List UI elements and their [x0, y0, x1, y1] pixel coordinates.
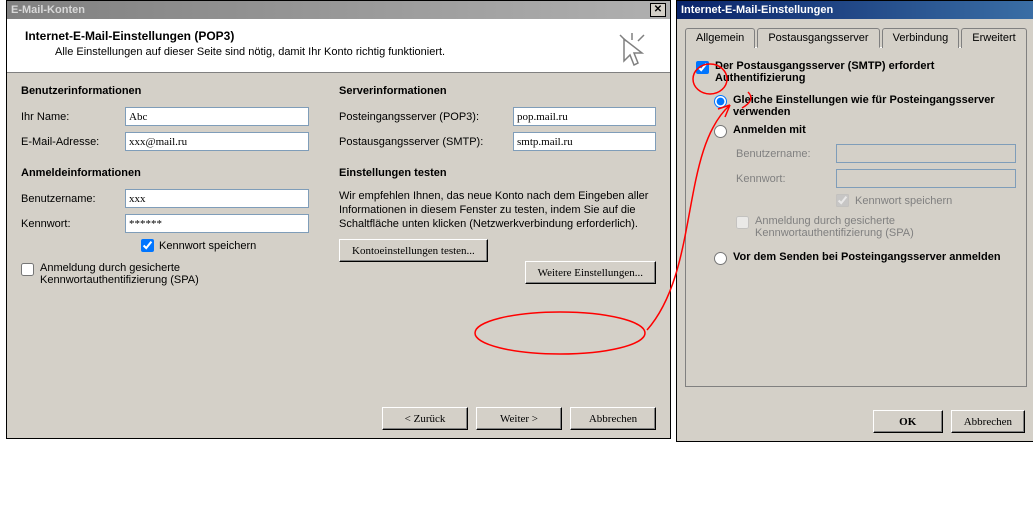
page-subtitle: Alle Einstellungen auf dieser Seite sind… — [55, 46, 652, 58]
cancel-button[interactable]: Abbrechen — [570, 407, 656, 430]
right-username-input — [836, 144, 1016, 163]
email-input[interactable] — [125, 132, 309, 151]
close-icon[interactable]: ✕ — [650, 3, 666, 17]
smtp-input[interactable] — [513, 132, 656, 151]
pop-input[interactable] — [513, 107, 656, 126]
name-label: Ihr Name: — [21, 111, 125, 123]
email-label: E-Mail-Adresse: — [21, 136, 125, 148]
test-description: Wir empfehlen Ihnen, das neue Konto nach… — [339, 189, 656, 231]
cursor-icon — [618, 33, 652, 78]
tab-panel: Der Postausgangsserver (SMTP) erfordert … — [685, 47, 1027, 387]
right-username-label: Benutzername: — [736, 148, 836, 160]
username-input[interactable] — [125, 189, 309, 208]
same-settings-radio[interactable] — [714, 95, 727, 108]
right-password-input — [836, 169, 1016, 188]
window-title: E-Mail-Konten — [11, 4, 85, 16]
tab-advanced[interactable]: Erweitert — [961, 28, 1026, 48]
pop-label: Posteingangsserver (POP3): — [339, 111, 513, 123]
section-user-info: Benutzerinformationen — [21, 85, 309, 97]
password-input[interactable] — [125, 214, 309, 233]
next-button[interactable]: Weiter > — [476, 407, 562, 430]
login-with-radio[interactable] — [714, 125, 727, 138]
titlebar[interactable]: E-Mail-Konten ✕ — [7, 1, 670, 19]
tab-general[interactable]: Allgemein — [685, 28, 755, 48]
email-accounts-window: E-Mail-Konten ✕ Internet-E-Mail-Einstell… — [6, 0, 671, 439]
password-label: Kennwort: — [21, 218, 125, 230]
right-spa-label: Anmeldung durch gesicherte Kennwortauthe… — [755, 215, 1016, 239]
login-with-label: Anmelden mit — [733, 124, 806, 136]
save-password-checkbox[interactable] — [141, 239, 154, 252]
internet-email-settings-window: Internet-E-Mail-Einstellungen Allgemein … — [676, 0, 1033, 442]
right-save-password-label: Kennwort speichern — [855, 195, 952, 207]
test-settings-button[interactable]: Kontoeinstellungen testen... — [339, 239, 488, 262]
spa-label: Anmeldung durch gesicherte Kennwortauthe… — [40, 262, 309, 286]
smtp-label: Postausgangsserver (SMTP): — [339, 136, 513, 148]
smtp-auth-label: Der Postausgangsserver (SMTP) erfordert … — [715, 60, 1016, 84]
same-settings-label: Gleiche Einstellungen wie für Posteingan… — [733, 94, 1016, 118]
tab-outgoing[interactable]: Postausgangsserver — [757, 28, 879, 48]
right-save-password-checkbox — [836, 194, 849, 207]
name-input[interactable] — [125, 107, 309, 126]
more-settings-button[interactable]: Weitere Einstellungen... — [525, 261, 656, 284]
page-title: Internet-E-Mail-Einstellungen (POP3) — [25, 29, 652, 43]
before-send-label: Vor dem Senden bei Posteingangsserver an… — [733, 251, 1001, 263]
smtp-auth-checkbox[interactable] — [696, 61, 709, 74]
spa-checkbox[interactable] — [21, 263, 34, 276]
window-title: Internet-E-Mail-Einstellungen — [681, 4, 833, 16]
right-cancel-button[interactable]: Abbrechen — [951, 410, 1025, 433]
back-button[interactable]: < Zurück — [382, 407, 468, 430]
right-password-label: Kennwort: — [736, 173, 836, 185]
save-password-label: Kennwort speichern — [159, 240, 256, 252]
tab-connection[interactable]: Verbindung — [882, 28, 960, 48]
right-spa-checkbox — [736, 216, 749, 229]
section-server-info: Serverinformationen — [339, 85, 656, 97]
ok-button[interactable]: OK — [873, 410, 943, 433]
before-send-radio[interactable] — [714, 252, 727, 265]
tab-bar: Allgemein Postausgangsserver Verbindung … — [685, 27, 1027, 47]
section-test-settings: Einstellungen testen — [339, 167, 656, 179]
section-login-info: Anmeldeinformationen — [21, 167, 309, 179]
username-label: Benutzername: — [21, 193, 125, 205]
header-panel: Internet-E-Mail-Einstellungen (POP3) All… — [7, 19, 670, 73]
titlebar[interactable]: Internet-E-Mail-Einstellungen — [677, 1, 1033, 19]
